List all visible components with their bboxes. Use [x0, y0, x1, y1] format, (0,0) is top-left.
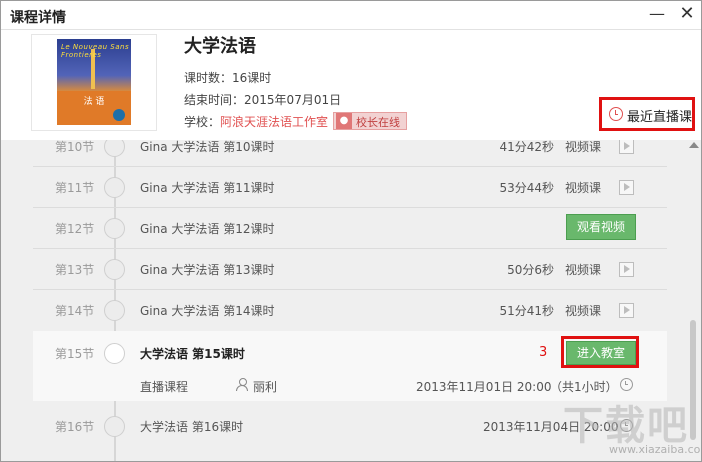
lesson-number: 第13节 — [55, 263, 95, 277]
teacher-name: 丽利 — [253, 380, 278, 394]
timeline-node — [104, 140, 125, 157]
person-icon: ● — [336, 113, 352, 129]
lesson-row[interactable]: 第10节 Gina 大学法语 第10课时 41分42秒 视频课 — [33, 140, 667, 167]
lesson-row[interactable]: 第13节 Gina 大学法语 第13课时 50分6秒 视频课 — [33, 249, 667, 290]
lesson-number: 第14节 — [55, 304, 95, 318]
lesson-number: 第15节 — [55, 347, 95, 361]
course-end-time: 结束时间：2015年07月01日 — [184, 91, 341, 108]
lesson-title: 大学法语 第16课时 — [140, 420, 244, 434]
enter-classroom-highlight[interactable]: 进入教室 — [561, 336, 639, 368]
course-title: 大学法语 — [184, 36, 256, 57]
cover-logo: Le Nouveau Sans Frontieres — [61, 43, 130, 59]
lesson-duration: 41分42秒 — [499, 140, 554, 154]
recent-live-button[interactable]: 最近直播课 — [599, 97, 695, 131]
end-label: 结束时间： — [184, 93, 245, 107]
scroll-up-icon[interactable] — [689, 142, 699, 148]
recent-live-label: 最近直播课 — [627, 110, 693, 125]
cover-cd-icon — [113, 109, 125, 121]
lesson-row[interactable]: 第11节 Gina 大学法语 第11课时 53分44秒 视频课 — [33, 167, 667, 208]
lesson-number: 第16节 — [55, 420, 95, 434]
lesson-duration: 51分41秒 — [499, 304, 554, 318]
timeline-node — [104, 416, 125, 437]
lesson-title: Gina 大学法语 第12课时 — [140, 222, 275, 236]
lesson-title: Gina 大学法语 第14课时 — [140, 304, 275, 318]
principal-online-label: 校长在线 — [356, 116, 400, 129]
lesson-number: 第12节 — [55, 222, 95, 236]
course-header: Le Nouveau Sans Frontieres 法 语 大学法语 课时数：… — [1, 30, 701, 140]
book-cover-image: Le Nouveau Sans Frontieres 法 语 — [57, 39, 131, 125]
lesson-row[interactable]: 第14节 Gina 大学法语 第14课时 51分41秒 视频课 — [33, 290, 667, 331]
lesson-duration: 50分6秒 — [507, 263, 554, 277]
course-cover: Le Nouveau Sans Frontieres 法 语 — [31, 34, 157, 131]
hours-value: 16课时 — [232, 71, 272, 85]
timeline-node — [104, 218, 125, 239]
play-icon[interactable] — [619, 180, 634, 195]
title-bar: 课程详情 — ✕ — [1, 1, 701, 30]
course-hours: 课时数：16课时 — [184, 69, 271, 86]
clock-icon — [609, 107, 623, 121]
school-label: 学校： — [184, 115, 221, 129]
course-school: 学校：阿浪天涯法语工作室 — [184, 113, 328, 130]
timeline-node — [104, 343, 125, 364]
lesson-title: 大学法语 第15课时 — [140, 347, 245, 361]
play-icon[interactable] — [619, 303, 634, 318]
hours-label: 课时数： — [184, 71, 233, 85]
lesson-row[interactable]: 第12节 Gina 大学法语 第12课时 观看视频 — [33, 208, 667, 249]
enter-classroom-button[interactable]: 进入教室 — [566, 341, 636, 365]
lesson-title: Gina 大学法语 第13课时 — [140, 263, 275, 277]
watermark: 下载吧 www.xiazaiba.com — [559, 393, 702, 459]
lesson-duration: 53分44秒 — [499, 181, 554, 195]
minimize-icon[interactable]: — — [644, 3, 670, 27]
close-icon[interactable]: ✕ — [674, 3, 700, 27]
principal-online-badge[interactable]: ● 校长在线 — [333, 112, 407, 130]
play-icon[interactable] — [619, 140, 634, 154]
watermark-url: www.xiazaiba.com — [609, 443, 702, 456]
timeline-node — [104, 259, 125, 280]
watch-video-button[interactable]: 观看视频 — [566, 214, 636, 240]
lesson-kind: 视频课 — [565, 140, 602, 154]
window-title: 课程详情 — [10, 10, 66, 26]
course-detail-window: 课程详情 — ✕ Le Nouveau Sans Frontieres 法 语 … — [0, 0, 702, 462]
timeline-node — [104, 177, 125, 198]
lesson-row-active[interactable]: 第15节 大学法语 第15课时 3 进入教室 直播课程 丽利 2013年11月0… — [33, 331, 667, 401]
lesson-number: 第10节 — [55, 140, 95, 154]
timeline-node — [104, 300, 125, 321]
lesson-number: 第11节 — [55, 181, 95, 195]
lesson-kind: 视频课 — [565, 263, 602, 277]
cover-title: 法 语 — [83, 97, 105, 107]
lesson-title: Gina 大学法语 第11课时 — [140, 181, 275, 195]
play-icon[interactable] — [619, 262, 634, 277]
end-value: 2015年07月01日 — [244, 93, 342, 107]
teacher-icon — [236, 378, 248, 391]
clock-icon — [620, 378, 633, 391]
lesson-kind: 视频课 — [565, 304, 602, 318]
annotation-number: 3 — [539, 345, 548, 360]
lesson-type: 直播课程 — [140, 380, 189, 394]
lesson-datetime: 2013年11月01日 20:00 — [416, 380, 552, 394]
school-link[interactable]: 阿浪天涯法语工作室 — [220, 115, 328, 129]
lesson-kind: 视频课 — [565, 181, 602, 195]
lesson-title: Gina 大学法语 第10课时 — [140, 140, 275, 154]
